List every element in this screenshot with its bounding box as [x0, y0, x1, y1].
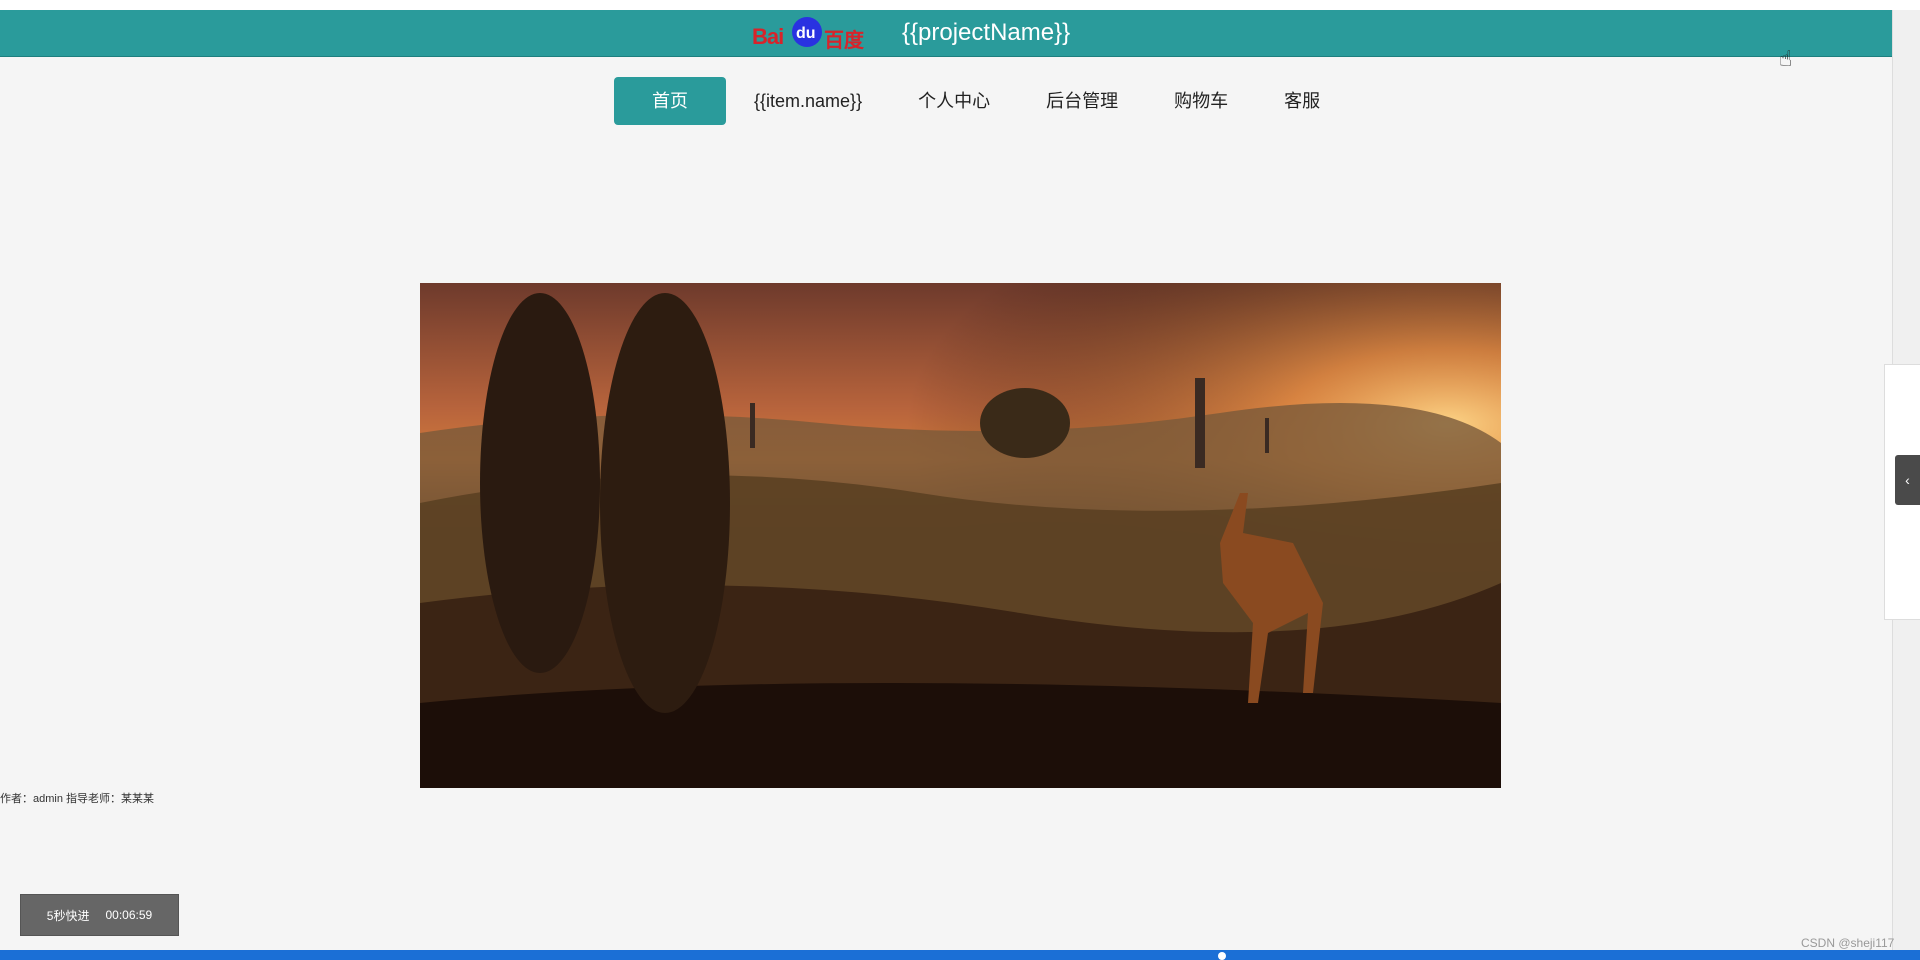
logo-text: Bai: [752, 24, 784, 49]
window-top-strip: [0, 0, 1920, 10]
hero-banner[interactable]: [420, 283, 1501, 788]
project-title: {{projectName}}: [902, 19, 1071, 46]
baidu-logo[interactable]: Bai du 百度: [752, 15, 868, 52]
watermark: CSDN @sheji117: [1801, 936, 1895, 950]
chevron-left-icon[interactable]: ‹: [1895, 455, 1920, 505]
playback-time: 00:06:59: [105, 908, 153, 922]
site-header: Bai du 百度 {{projectName}}: [0, 10, 1892, 57]
nav-item-admin[interactable]: 后台管理: [1018, 77, 1146, 125]
nav-item-personal-center[interactable]: 个人中心: [890, 77, 1018, 125]
video-fast-forward-control[interactable]: 5秒快进 00:06:59: [20, 894, 179, 936]
fast-forward-label: 5秒快进: [46, 908, 90, 923]
paw-icon: du: [792, 17, 822, 47]
progress-handle[interactable]: [1218, 952, 1226, 960]
main-nav: 首页 {{item.name}} 个人中心 后台管理 购物车 客服: [614, 76, 1348, 126]
nav-item-home[interactable]: 首页: [614, 77, 726, 125]
video-progress-bar[interactable]: [0, 950, 1920, 960]
banner-illustration: [420, 283, 1501, 788]
nav-item-service[interactable]: 客服: [1256, 77, 1348, 125]
logo-cn-text: 百度: [824, 30, 864, 52]
author-credit: 作者：admin 指导老师：某某某: [0, 793, 155, 805]
nav-item-cart[interactable]: 购物车: [1146, 77, 1256, 125]
nav-item-dynamic[interactable]: {{item.name}}: [726, 77, 890, 125]
hand-cursor-icon: ☝: [1779, 46, 1793, 71]
